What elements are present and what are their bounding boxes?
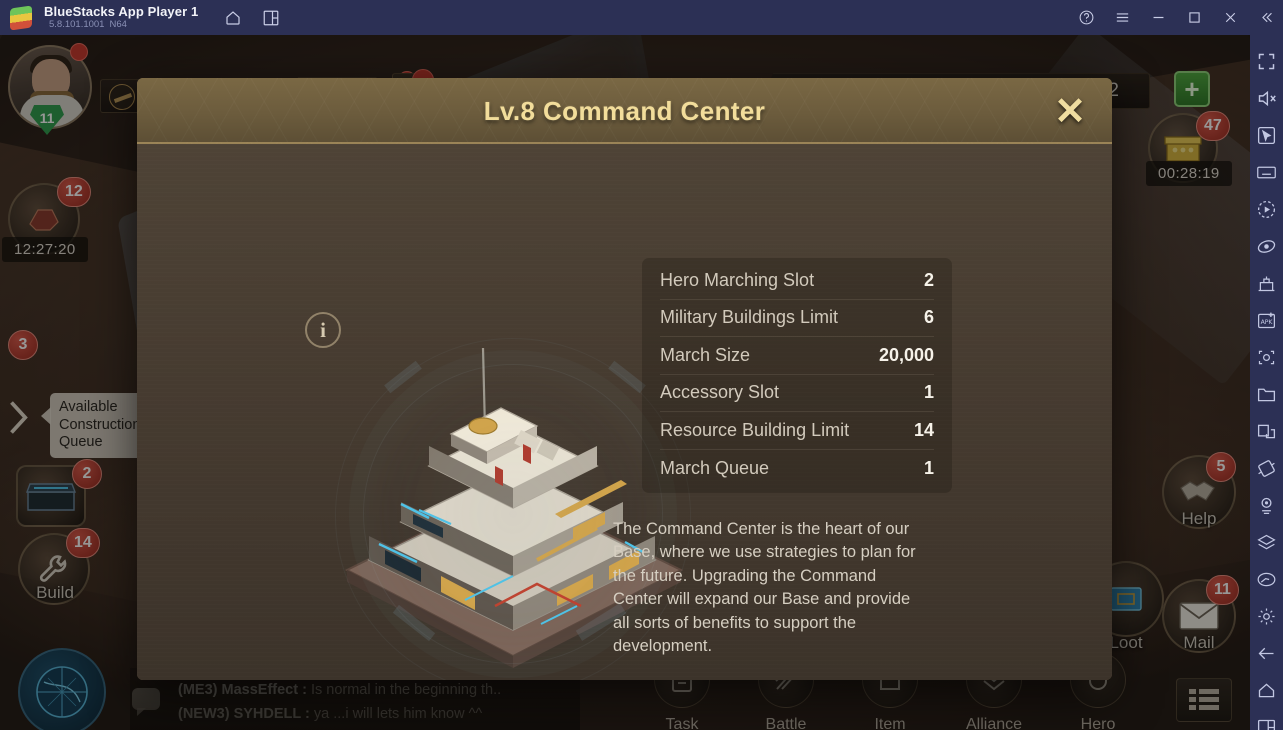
- minimize-icon[interactable]: [1150, 9, 1167, 26]
- back-icon[interactable]: [1256, 643, 1277, 664]
- window-controls: [1078, 0, 1275, 35]
- stat-label: March Size: [660, 344, 751, 365]
- close-icon[interactable]: [1222, 9, 1239, 26]
- stat-row: Accessory Slot 1: [660, 375, 934, 412]
- stat-value: 6: [923, 307, 934, 328]
- dialog-header: Lv.8 Command Center ✕: [137, 78, 1112, 144]
- bluestacks-window: BlueStacks App Player 1 5.8.101.1001 N64: [0, 0, 1283, 730]
- shake-icon[interactable]: [1256, 569, 1277, 590]
- maximize-icon[interactable]: [1186, 9, 1203, 26]
- stat-value: 1: [923, 457, 934, 478]
- home-icon[interactable]: [1256, 680, 1277, 701]
- cursor-icon[interactable]: [1256, 125, 1277, 146]
- stat-label: Hero Marching Slot: [660, 269, 815, 290]
- stat-row: March Queue 1: [660, 450, 934, 488]
- record-screen-icon[interactable]: [1256, 199, 1277, 220]
- install-apk-icon[interactable]: APK: [1256, 310, 1277, 331]
- tilt-control-icon[interactable]: [1256, 458, 1277, 479]
- stat-value: 1: [923, 382, 934, 403]
- mute-icon[interactable]: [1256, 88, 1277, 109]
- close-dialog-button[interactable]: ✕: [1050, 92, 1090, 132]
- help-icon[interactable]: [1078, 9, 1095, 26]
- title-bar: BlueStacks App Player 1 5.8.101.1001 N64: [0, 0, 1283, 35]
- app-title: BlueStacks App Player 1: [44, 4, 199, 20]
- menu-icon[interactable]: [1114, 9, 1131, 26]
- eco-mode-icon[interactable]: [1256, 532, 1277, 553]
- stat-value: 20,000: [878, 344, 934, 365]
- app-version: 5.8.101.1001 N64: [44, 18, 198, 30]
- record-macro-icon[interactable]: [1256, 236, 1277, 257]
- stat-label: Military Buildings Limit: [660, 307, 839, 328]
- building-description: The Command Center is the heart of our B…: [613, 520, 916, 656]
- stat-value: 2: [923, 269, 934, 290]
- bluestacks-logo-icon: [10, 4, 32, 31]
- app-title-group: BlueStacks App Player 1 5.8.101.1001 N64: [44, 5, 198, 30]
- dialog-title: Lv.8 Command Center: [483, 95, 766, 126]
- stat-row: Military Buildings Limit 6: [660, 300, 934, 337]
- multi-instance-sync-icon[interactable]: [1256, 273, 1277, 294]
- svg-text:APK: APK: [1261, 319, 1274, 326]
- app-version-number: 5.8.101.1001: [49, 18, 105, 30]
- multi-instance-icon[interactable]: [262, 9, 280, 27]
- home-icon[interactable]: [224, 9, 242, 27]
- multi-window-icon[interactable]: [1256, 421, 1277, 442]
- collapse-sidebar-icon[interactable]: [1258, 9, 1275, 26]
- settings-icon[interactable]: [1256, 606, 1277, 627]
- building-info-dialog: Lv.8 Command Center ✕ i Hero Marching Sl…: [137, 78, 1112, 680]
- dialog-body: i Hero Marching Slot 2 Military Building…: [137, 144, 1112, 680]
- titlebar-nav-icons: [224, 9, 280, 27]
- stat-row: Hero Marching Slot 2: [660, 262, 934, 300]
- fullscreen-icon[interactable]: [1256, 51, 1277, 72]
- stat-row: March Size 20,000: [660, 337, 934, 375]
- stat-row: Resource Building Limit 14: [660, 412, 934, 450]
- location-icon[interactable]: [1256, 495, 1277, 516]
- building-stats-panel: Hero Marching Slot 2 Military Buildings …: [642, 258, 952, 493]
- stat-label: Accessory Slot: [660, 382, 780, 403]
- keyboard-icon[interactable]: [1256, 162, 1277, 183]
- app-build-tag: N64: [109, 18, 127, 30]
- recents-icon[interactable]: [1256, 717, 1277, 730]
- stat-value: 14: [913, 419, 934, 440]
- stat-label: Resource Building Limit: [660, 419, 850, 440]
- media-folder-icon[interactable]: [1256, 384, 1277, 405]
- stat-label: March Queue: [660, 457, 770, 478]
- bluestacks-sidebar: APK: [1250, 35, 1283, 730]
- screenshot-icon[interactable]: [1256, 347, 1277, 368]
